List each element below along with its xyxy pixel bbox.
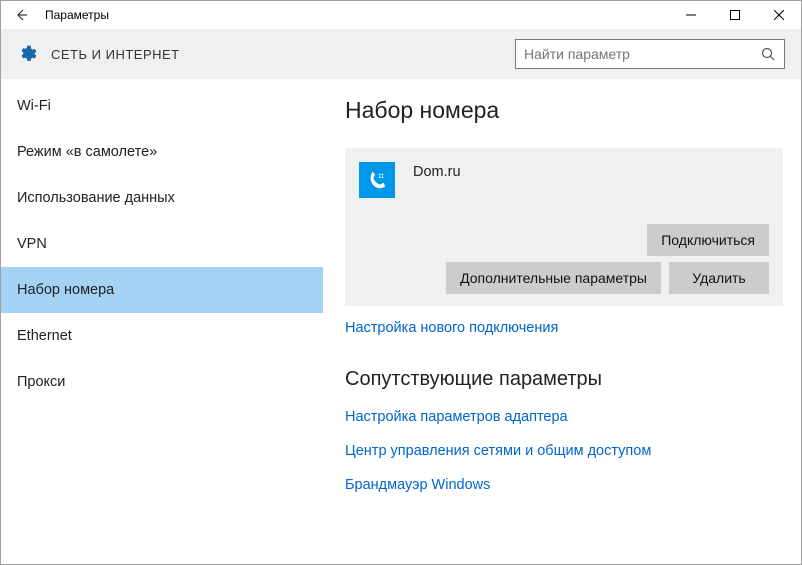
sidebar-item-dialup[interactable]: Набор номера (1, 267, 323, 313)
search-input[interactable] (524, 46, 760, 62)
delete-button[interactable]: Удалить (669, 262, 769, 294)
connect-button[interactable]: Подключиться (647, 224, 769, 256)
window-controls (669, 1, 801, 29)
body: Wi-Fi Режим «в самолете» Использование д… (1, 79, 801, 564)
settings-window: Параметры СЕТЬ И ИНТЕРНЕТ Wi-Fi Режим «в… (0, 0, 802, 565)
sidebar-item-label: Использование данных (17, 190, 175, 206)
header: СЕТЬ И ИНТЕРНЕТ (1, 29, 801, 79)
titlebar: Параметры (1, 1, 801, 29)
window-title: Параметры (45, 8, 669, 22)
sidebar: Wi-Fi Режим «в самолете» Использование д… (1, 79, 323, 564)
page-title: Набор номера (345, 97, 783, 124)
main-pane: Набор номера Dom.ru Подключиться Дополн (323, 79, 801, 564)
connection-row: Dom.ru (359, 162, 769, 198)
link-adapter-settings[interactable]: Настройка параметров адаптера (345, 409, 783, 425)
sidebar-item-label: Ethernet (17, 328, 72, 344)
gear-icon (17, 44, 37, 64)
sidebar-item-label: Набор номера (17, 282, 114, 298)
sidebar-item-vpn[interactable]: VPN (1, 221, 323, 267)
button-row-2: Дополнительные параметры Удалить (359, 262, 769, 294)
sidebar-item-label: Прокси (17, 374, 65, 390)
connection-name: Dom.ru (413, 164, 461, 180)
link-network-center[interactable]: Центр управления сетями и общим доступом (345, 443, 783, 459)
link-firewall[interactable]: Брандмауэр Windows (345, 477, 783, 493)
minimize-button[interactable] (669, 1, 713, 29)
category-title: СЕТЬ И ИНТЕРНЕТ (51, 47, 515, 62)
sidebar-item-ethernet[interactable]: Ethernet (1, 313, 323, 359)
search-icon (760, 47, 776, 61)
phone-icon (359, 162, 395, 198)
sidebar-item-proxy[interactable]: Прокси (1, 359, 323, 405)
close-button[interactable] (757, 1, 801, 29)
search-box[interactable] (515, 39, 785, 69)
sidebar-item-label: Wi-Fi (17, 98, 51, 114)
sidebar-item-label: Режим «в самолете» (17, 144, 157, 160)
maximize-button[interactable] (713, 1, 757, 29)
sidebar-item-wifi[interactable]: Wi-Fi (1, 83, 323, 129)
sidebar-item-data-usage[interactable]: Использование данных (1, 175, 323, 221)
advanced-button[interactable]: Дополнительные параметры (446, 262, 661, 294)
related-title: Сопутствующие параметры (345, 368, 783, 391)
sidebar-item-airplane[interactable]: Режим «в самолете» (1, 129, 323, 175)
link-new-connection[interactable]: Настройка нового подключения (345, 320, 783, 336)
sidebar-item-label: VPN (17, 236, 47, 252)
button-row-1: Подключиться (359, 224, 769, 256)
back-button[interactable] (7, 1, 35, 29)
connection-card[interactable]: Dom.ru Подключиться Дополнительные парам… (345, 148, 783, 306)
